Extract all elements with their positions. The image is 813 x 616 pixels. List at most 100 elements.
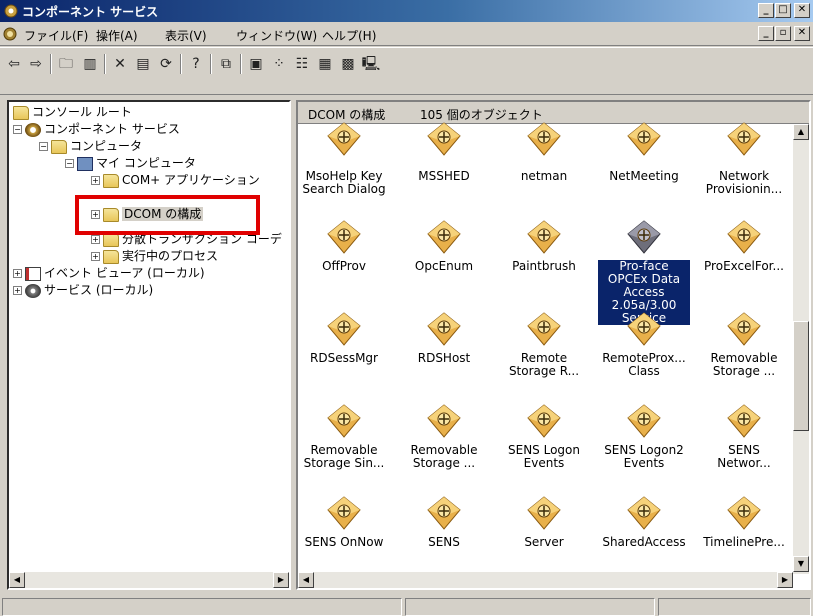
menu-help[interactable]: ヘルプ(H) [322, 27, 376, 44]
dcom-object-item[interactable]: SENS [398, 496, 490, 580]
dcom-object-item[interactable]: MSSHED [398, 122, 490, 214]
tree-horizontal-scrollbar[interactable]: ◀ ▶ [9, 572, 289, 588]
dcom-object-item[interactable]: SENS Logon2 Events [598, 404, 690, 488]
tree-item-label: 実行中のプロセス [122, 249, 219, 263]
dcom-object-label: SENS Logon2 Events [604, 443, 684, 470]
dcom-object-item[interactable]: Removable Storage ... [698, 312, 790, 396]
maximize-button[interactable]: □ [775, 3, 791, 18]
toolbar-separator [210, 54, 212, 74]
dcom-object-item[interactable]: SharedAccess [598, 496, 690, 580]
status-bar [0, 596, 813, 616]
new-window-icon[interactable]: ⧉ [216, 54, 236, 74]
dcom-object-item[interactable]: RemoteProx... Class [598, 312, 690, 396]
scroll-right-icon[interactable]: ▶ [273, 572, 289, 588]
computer-icon [77, 156, 93, 171]
scroll-right-icon[interactable]: ▶ [777, 572, 793, 588]
tree-item-running-processes[interactable]: + 実行中のプロセス [91, 248, 218, 264]
expand-icon[interactable]: + [91, 235, 100, 244]
forward-icon[interactable]: ⇨ [26, 54, 46, 74]
dcom-object-label: SharedAccess [602, 535, 686, 549]
close-button[interactable]: ✕ [794, 3, 810, 18]
console-icon[interactable] [2, 26, 18, 42]
scroll-thumb[interactable] [793, 321, 809, 431]
menu-file[interactable]: ファイル(F) [24, 27, 88, 44]
tree-item-component-services[interactable]: − コンポーネント サービス [13, 121, 180, 137]
list-view-icon[interactable]: ☷ [292, 54, 312, 74]
tree-item-services[interactable]: + サービス (ローカル) [13, 282, 153, 298]
tree-item-computers[interactable]: − コンピュータ [39, 138, 142, 154]
dcom-object-item[interactable]: netman [498, 122, 590, 214]
dcom-object-item[interactable]: TimelinePre... [698, 496, 790, 580]
delete-icon[interactable]: ✕ [110, 54, 130, 74]
toolbar-separator [240, 54, 242, 74]
content-vertical-scrollbar[interactable]: ▲ ▼ [793, 124, 809, 574]
up-level-icon[interactable]: 🗀 [56, 54, 76, 74]
expand-icon[interactable]: + [91, 252, 100, 261]
content-horizontal-scrollbar[interactable]: ◀ ▶ [298, 572, 793, 588]
help-icon[interactable]: ? [186, 54, 206, 74]
content-pane[interactable]: DCOM の構成 105 個のオブジェクト MsoHelp Key Search… [296, 100, 811, 590]
properties-icon[interactable]: ▤ [133, 54, 153, 74]
dcom-component-icon [527, 312, 561, 346]
dcom-component-icon [627, 220, 661, 254]
tree-item-label: コンソール ルート [32, 105, 132, 119]
computer-icon[interactable]: 🖳 [361, 54, 381, 74]
dcom-object-label: MSSHED [418, 169, 470, 183]
expand-icon[interactable]: + [13, 286, 22, 295]
tree-item-console-root[interactable]: コンソール ルート [13, 104, 132, 120]
grid-icon[interactable]: ▩ [338, 54, 358, 74]
dcom-object-item[interactable]: Removable Storage ... [398, 404, 490, 488]
scroll-up-icon[interactable]: ▲ [793, 124, 809, 140]
dcom-object-item[interactable]: OffProv [298, 220, 390, 304]
collapse-icon[interactable]: − [65, 159, 74, 168]
dcom-component-icon [427, 404, 461, 438]
expand-icon[interactable]: + [13, 269, 22, 278]
dcom-object-item[interactable]: MsoHelp Key Search Dialog [298, 122, 390, 214]
minimize-button[interactable]: _ [758, 3, 774, 18]
menu-view[interactable]: 表示(V) [165, 27, 207, 44]
back-icon[interactable]: ⇦ [4, 54, 24, 74]
dcom-object-item[interactable]: Server [498, 496, 590, 580]
dcom-object-item[interactable]: SENS Logon Events [498, 404, 590, 488]
tree-item-label: サービス (ローカル) [44, 283, 154, 297]
scroll-left-icon[interactable]: ◀ [298, 572, 314, 588]
dcom-object-item[interactable]: SENS OnNow [298, 496, 390, 580]
dcom-object-item[interactable]: Removable Storage Sin... [298, 404, 390, 488]
tree-item-my-computer[interactable]: − マイ コンピュータ [65, 155, 196, 171]
menu-action[interactable]: 操作(A) [96, 27, 138, 44]
folder-icon [103, 249, 119, 264]
tree-item-label: コンピュータ [70, 139, 143, 153]
dcom-object-item[interactable]: ProExcelFor... [698, 220, 790, 304]
dcom-object-item[interactable]: Paintbrush [498, 220, 590, 304]
dcom-object-item[interactable]: RDSessMgr [298, 312, 390, 396]
dcom-object-item[interactable]: Remote Storage R... [498, 312, 590, 396]
dcom-object-label: NetMeeting [609, 169, 679, 183]
collapse-icon[interactable]: − [39, 142, 48, 151]
detail-view-icon[interactable]: ▦ [315, 54, 335, 74]
expand-icon[interactable]: + [91, 176, 100, 185]
collapse-icon[interactable]: − [13, 125, 22, 134]
dcom-object-item[interactable]: Pro-face OPCEx Data Access 2.05a/3.00 Se… [597, 220, 691, 326]
show-tree-icon[interactable]: ▥ [80, 54, 100, 74]
menu-window[interactable]: ウィンドウ(W) [236, 27, 317, 44]
dcom-object-item[interactable]: NetMeeting [598, 122, 690, 214]
dcom-object-item[interactable]: SENS Networ... [698, 404, 790, 488]
mdi-minimize-button[interactable]: _ [758, 26, 774, 41]
scroll-down-icon[interactable]: ▼ [793, 556, 809, 572]
dcom-object-item[interactable]: RDSHost [398, 312, 490, 396]
dcom-object-label: Remote Storage R... [508, 351, 580, 378]
dcom-object-item[interactable]: Network Provisionin... [698, 122, 790, 214]
refresh-icon[interactable]: ⟳ [156, 54, 176, 74]
tree-item-label: コンポーネント サービス [44, 122, 180, 136]
tree-item-event-viewer[interactable]: + イベント ビューア (ローカル) [13, 265, 205, 281]
dcom-component-icon [427, 122, 461, 156]
tree-pane[interactable]: コンソール ルート − コンポーネント サービス − コンピュータ − マイ コンピュ… [7, 100, 291, 590]
small-icons-icon[interactable]: ⁘ [269, 54, 289, 74]
large-icons-icon[interactable]: ▣ [246, 54, 266, 74]
scroll-left-icon[interactable]: ◀ [9, 572, 25, 588]
mdi-close-button[interactable]: ✕ [794, 26, 810, 41]
dcom-object-item[interactable]: OpcEnum [398, 220, 490, 304]
dcom-object-label: SENS Logon Events [508, 443, 580, 470]
mdi-restore-button[interactable]: ▫ [775, 26, 791, 41]
tree-item-com-applications[interactable]: + COM+ アプリケーション [91, 172, 260, 188]
